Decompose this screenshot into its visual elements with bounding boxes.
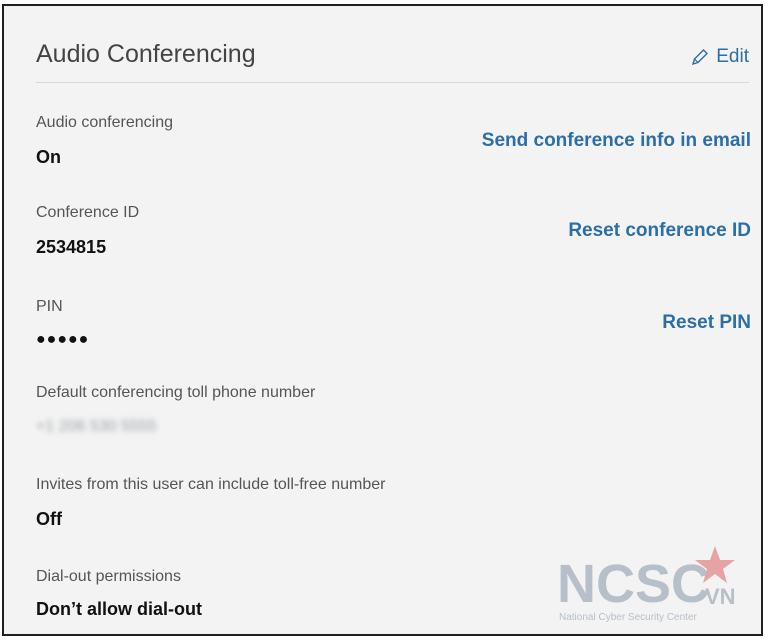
edit-button[interactable]: Edit	[690, 46, 749, 68]
toll-number-value: +1 206 530 5555	[36, 418, 157, 435]
toll-free-value: Off	[36, 509, 62, 529]
pin-label: PIN	[36, 298, 63, 315]
edit-label: Edit	[716, 46, 749, 67]
audio-conferencing-value: On	[36, 147, 61, 167]
ncsc-watermark-logo: NCSC VN National Cyber Security Center	[555, 546, 745, 626]
logo-tagline: National Cyber Security Center	[559, 612, 698, 623]
send-conference-info-link[interactable]: Send conference info in email	[482, 130, 751, 152]
audio-conferencing-label: Audio conferencing	[36, 114, 173, 131]
reset-pin-link[interactable]: Reset PIN	[662, 312, 751, 334]
reset-conference-id-link[interactable]: Reset conference ID	[568, 220, 751, 242]
toll-free-label: Invites from this user can include toll-…	[36, 476, 386, 493]
logo-text: NCSC	[557, 554, 710, 614]
panel-title: Audio Conferencing	[36, 40, 256, 68]
conference-id-value: 2534815	[36, 237, 107, 257]
audio-conferencing-panel: Audio Conferencing Edit Audio conferenci…	[2, 4, 763, 636]
toll-number-label: Default conferencing toll phone number	[36, 384, 316, 401]
pencil-icon	[690, 47, 710, 67]
panel-header: Audio Conferencing Edit	[36, 32, 749, 83]
dial-out-value: Don’t allow dial-out	[36, 599, 202, 619]
conference-id-label: Conference ID	[36, 204, 140, 221]
logo-sub: VN	[705, 584, 736, 609]
pin-value: ●●●●●	[36, 331, 90, 348]
dial-out-label: Dial-out permissions	[36, 568, 181, 585]
